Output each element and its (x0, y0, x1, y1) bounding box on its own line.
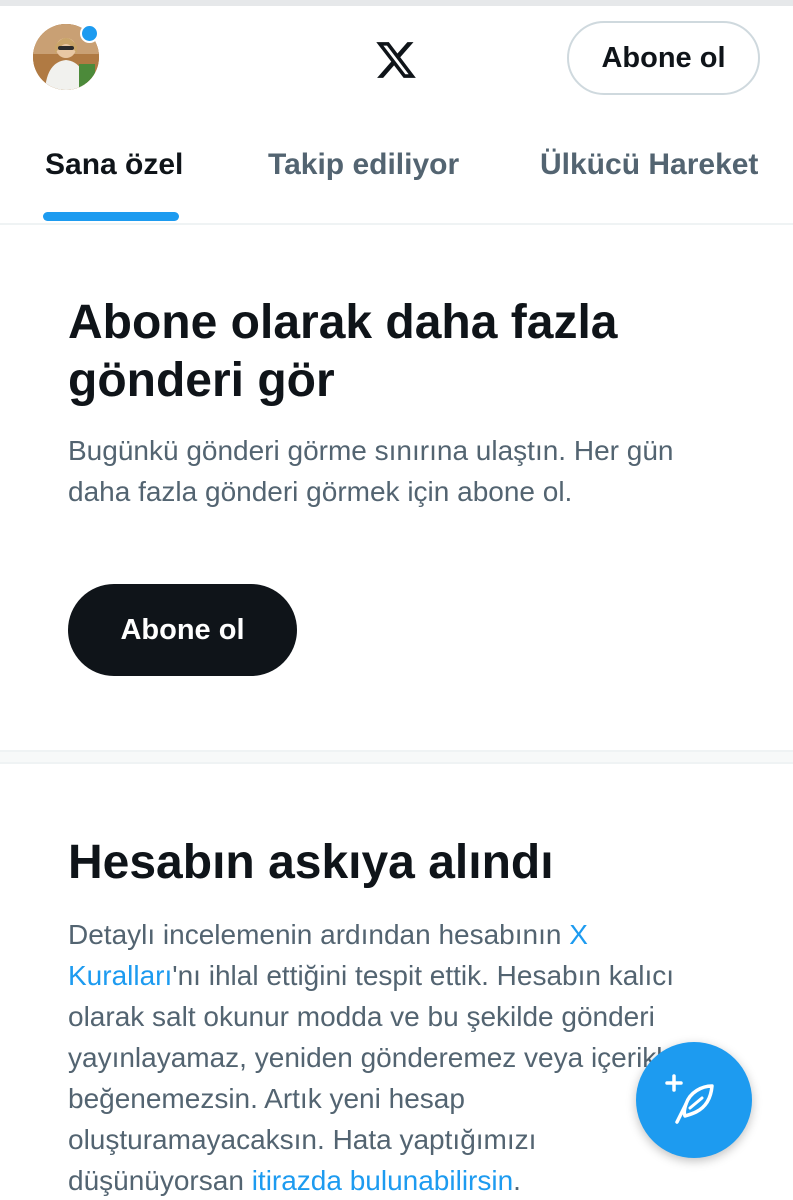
subscribe-prompt-title: Abone olarak daha fazla gönderi gör (68, 296, 618, 407)
page: Abone ol Sana özel Takip ediliyor Ülkücü… (0, 0, 793, 1200)
tab-ulkucu-hareket[interactable]: Ülkücü Hareket (540, 148, 758, 182)
suspension-notice: Hesabın askıya alındı Detaylı incelemeni… (68, 834, 718, 1200)
suspension-body-text: Detaylı incelemenin ardından hesabının (68, 919, 570, 950)
suspension-body-text: 'nı ihlal ettiğini tespit ettik. Hesabın… (68, 960, 694, 1196)
tab-bar: Sana özel Takip ediliyor Ülkücü Hareket (0, 116, 793, 222)
tab-for-you[interactable]: Sana özel (45, 148, 183, 182)
tabs-divider (0, 223, 793, 225)
appeal-link[interactable]: itirazda bulunabilirsin (252, 1165, 513, 1196)
subscribe-prompt-body: Bugünkü gönderi görme sınırına ulaştın. … (68, 435, 674, 507)
subscribe-prompt-button[interactable]: Abone ol (68, 584, 297, 676)
subscribe-button[interactable]: Abone ol (567, 21, 760, 95)
suspension-body-text: . (513, 1165, 521, 1196)
notification-dot (80, 24, 99, 43)
compose-feather-plus-icon (665, 1074, 714, 1124)
tab-following[interactable]: Takip ediliyor (268, 148, 459, 182)
section-divider (0, 750, 793, 764)
active-tab-indicator (43, 212, 179, 221)
subscribe-prompt: Abone olarak daha fazla gönderi gör Bugü… (68, 294, 718, 512)
top-bar: Abone ol (0, 6, 793, 116)
suspension-body: Detaylı incelemenin ardından hesabının X… (68, 914, 718, 1200)
suspension-title: Hesabın askıya alındı (68, 836, 554, 889)
x-logo-icon[interactable] (374, 38, 418, 82)
compose-button[interactable] (636, 1042, 752, 1158)
